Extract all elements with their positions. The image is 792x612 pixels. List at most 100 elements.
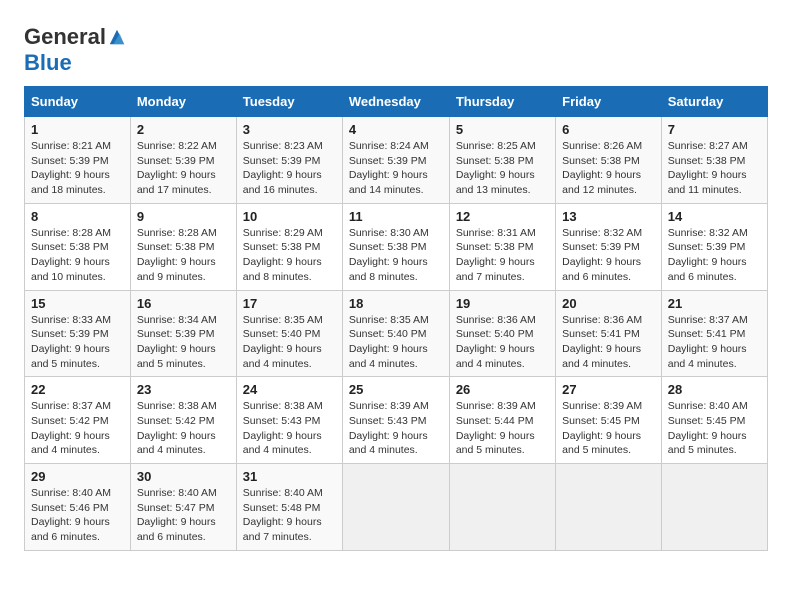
column-header-wednesday: Wednesday <box>342 87 449 117</box>
day-details: Sunrise: 8:35 AMSunset: 5:40 PMDaylight:… <box>243 314 323 370</box>
calendar-cell: 2 Sunrise: 8:22 AMSunset: 5:39 PMDayligh… <box>130 117 236 204</box>
day-details: Sunrise: 8:33 AMSunset: 5:39 PMDaylight:… <box>31 314 111 370</box>
day-number: 5 <box>456 122 549 137</box>
day-details: Sunrise: 8:29 AMSunset: 5:38 PMDaylight:… <box>243 227 323 283</box>
logo: General Blue <box>24 24 126 76</box>
calendar-cell: 9 Sunrise: 8:28 AMSunset: 5:38 PMDayligh… <box>130 203 236 290</box>
calendar-cell: 26 Sunrise: 8:39 AMSunset: 5:44 PMDaylig… <box>449 377 555 464</box>
calendar-cell: 6 Sunrise: 8:26 AMSunset: 5:38 PMDayligh… <box>556 117 662 204</box>
header: General Blue <box>24 20 768 76</box>
day-number: 28 <box>668 382 761 397</box>
day-number: 15 <box>31 296 124 311</box>
calendar-cell: 14 Sunrise: 8:32 AMSunset: 5:39 PMDaylig… <box>661 203 767 290</box>
calendar-week-1: 1 Sunrise: 8:21 AMSunset: 5:39 PMDayligh… <box>25 117 768 204</box>
day-number: 23 <box>137 382 230 397</box>
day-number: 29 <box>31 469 124 484</box>
day-number: 12 <box>456 209 549 224</box>
calendar-cell: 17 Sunrise: 8:35 AMSunset: 5:40 PMDaylig… <box>236 290 342 377</box>
day-number: 31 <box>243 469 336 484</box>
day-details: Sunrise: 8:32 AMSunset: 5:39 PMDaylight:… <box>562 227 642 283</box>
day-details: Sunrise: 8:40 AMSunset: 5:48 PMDaylight:… <box>243 487 323 543</box>
day-number: 8 <box>31 209 124 224</box>
calendar-cell: 27 Sunrise: 8:39 AMSunset: 5:45 PMDaylig… <box>556 377 662 464</box>
calendar-cell: 23 Sunrise: 8:38 AMSunset: 5:42 PMDaylig… <box>130 377 236 464</box>
calendar-cell: 24 Sunrise: 8:38 AMSunset: 5:43 PMDaylig… <box>236 377 342 464</box>
day-details: Sunrise: 8:22 AMSunset: 5:39 PMDaylight:… <box>137 140 217 196</box>
day-number: 26 <box>456 382 549 397</box>
day-number: 20 <box>562 296 655 311</box>
day-details: Sunrise: 8:28 AMSunset: 5:38 PMDaylight:… <box>137 227 217 283</box>
calendar-cell <box>556 464 662 551</box>
day-details: Sunrise: 8:26 AMSunset: 5:38 PMDaylight:… <box>562 140 642 196</box>
logo-icon <box>108 28 126 46</box>
day-details: Sunrise: 8:35 AMSunset: 5:40 PMDaylight:… <box>349 314 429 370</box>
day-number: 10 <box>243 209 336 224</box>
day-details: Sunrise: 8:37 AMSunset: 5:41 PMDaylight:… <box>668 314 748 370</box>
column-header-friday: Friday <box>556 87 662 117</box>
day-details: Sunrise: 8:21 AMSunset: 5:39 PMDaylight:… <box>31 140 111 196</box>
day-details: Sunrise: 8:37 AMSunset: 5:42 PMDaylight:… <box>31 400 111 456</box>
calendar-cell: 22 Sunrise: 8:37 AMSunset: 5:42 PMDaylig… <box>25 377 131 464</box>
day-details: Sunrise: 8:27 AMSunset: 5:38 PMDaylight:… <box>668 140 748 196</box>
calendar-cell <box>342 464 449 551</box>
day-number: 19 <box>456 296 549 311</box>
calendar-week-3: 15 Sunrise: 8:33 AMSunset: 5:39 PMDaylig… <box>25 290 768 377</box>
calendar-cell: 5 Sunrise: 8:25 AMSunset: 5:38 PMDayligh… <box>449 117 555 204</box>
day-details: Sunrise: 8:28 AMSunset: 5:38 PMDaylight:… <box>31 227 111 283</box>
day-number: 30 <box>137 469 230 484</box>
calendar-cell: 28 Sunrise: 8:40 AMSunset: 5:45 PMDaylig… <box>661 377 767 464</box>
calendar-cell <box>449 464 555 551</box>
calendar-cell: 4 Sunrise: 8:24 AMSunset: 5:39 PMDayligh… <box>342 117 449 204</box>
day-details: Sunrise: 8:39 AMSunset: 5:43 PMDaylight:… <box>349 400 429 456</box>
day-number: 27 <box>562 382 655 397</box>
column-header-monday: Monday <box>130 87 236 117</box>
day-details: Sunrise: 8:40 AMSunset: 5:47 PMDaylight:… <box>137 487 217 543</box>
day-number: 4 <box>349 122 443 137</box>
day-number: 18 <box>349 296 443 311</box>
calendar-week-2: 8 Sunrise: 8:28 AMSunset: 5:38 PMDayligh… <box>25 203 768 290</box>
calendar-week-4: 22 Sunrise: 8:37 AMSunset: 5:42 PMDaylig… <box>25 377 768 464</box>
day-details: Sunrise: 8:38 AMSunset: 5:43 PMDaylight:… <box>243 400 323 456</box>
calendar-cell: 31 Sunrise: 8:40 AMSunset: 5:48 PMDaylig… <box>236 464 342 551</box>
day-number: 14 <box>668 209 761 224</box>
day-number: 21 <box>668 296 761 311</box>
day-details: Sunrise: 8:39 AMSunset: 5:45 PMDaylight:… <box>562 400 642 456</box>
day-details: Sunrise: 8:30 AMSunset: 5:38 PMDaylight:… <box>349 227 429 283</box>
calendar-cell: 29 Sunrise: 8:40 AMSunset: 5:46 PMDaylig… <box>25 464 131 551</box>
day-number: 2 <box>137 122 230 137</box>
calendar-cell: 20 Sunrise: 8:36 AMSunset: 5:41 PMDaylig… <box>556 290 662 377</box>
calendar-cell: 21 Sunrise: 8:37 AMSunset: 5:41 PMDaylig… <box>661 290 767 377</box>
day-details: Sunrise: 8:34 AMSunset: 5:39 PMDaylight:… <box>137 314 217 370</box>
calendar-cell: 1 Sunrise: 8:21 AMSunset: 5:39 PMDayligh… <box>25 117 131 204</box>
day-details: Sunrise: 8:39 AMSunset: 5:44 PMDaylight:… <box>456 400 536 456</box>
day-details: Sunrise: 8:36 AMSunset: 5:41 PMDaylight:… <box>562 314 642 370</box>
day-number: 24 <box>243 382 336 397</box>
logo-general-text: General <box>24 24 106 50</box>
calendar-cell: 7 Sunrise: 8:27 AMSunset: 5:38 PMDayligh… <box>661 117 767 204</box>
day-number: 17 <box>243 296 336 311</box>
column-header-thursday: Thursday <box>449 87 555 117</box>
day-number: 11 <box>349 209 443 224</box>
day-details: Sunrise: 8:40 AMSunset: 5:46 PMDaylight:… <box>31 487 111 543</box>
day-number: 1 <box>31 122 124 137</box>
day-details: Sunrise: 8:24 AMSunset: 5:39 PMDaylight:… <box>349 140 429 196</box>
calendar-cell: 12 Sunrise: 8:31 AMSunset: 5:38 PMDaylig… <box>449 203 555 290</box>
calendar-cell: 13 Sunrise: 8:32 AMSunset: 5:39 PMDaylig… <box>556 203 662 290</box>
day-details: Sunrise: 8:23 AMSunset: 5:39 PMDaylight:… <box>243 140 323 196</box>
day-number: 3 <box>243 122 336 137</box>
calendar-cell: 16 Sunrise: 8:34 AMSunset: 5:39 PMDaylig… <box>130 290 236 377</box>
calendar-cell: 18 Sunrise: 8:35 AMSunset: 5:40 PMDaylig… <box>342 290 449 377</box>
logo-blue-text: Blue <box>24 50 72 76</box>
calendar-cell: 19 Sunrise: 8:36 AMSunset: 5:40 PMDaylig… <box>449 290 555 377</box>
day-number: 25 <box>349 382 443 397</box>
day-number: 13 <box>562 209 655 224</box>
calendar-header-row: SundayMondayTuesdayWednesdayThursdayFrid… <box>25 87 768 117</box>
day-number: 7 <box>668 122 761 137</box>
column-header-sunday: Sunday <box>25 87 131 117</box>
calendar-cell: 25 Sunrise: 8:39 AMSunset: 5:43 PMDaylig… <box>342 377 449 464</box>
day-number: 6 <box>562 122 655 137</box>
calendar-cell: 3 Sunrise: 8:23 AMSunset: 5:39 PMDayligh… <box>236 117 342 204</box>
calendar-cell <box>661 464 767 551</box>
calendar-cell: 10 Sunrise: 8:29 AMSunset: 5:38 PMDaylig… <box>236 203 342 290</box>
day-details: Sunrise: 8:40 AMSunset: 5:45 PMDaylight:… <box>668 400 748 456</box>
